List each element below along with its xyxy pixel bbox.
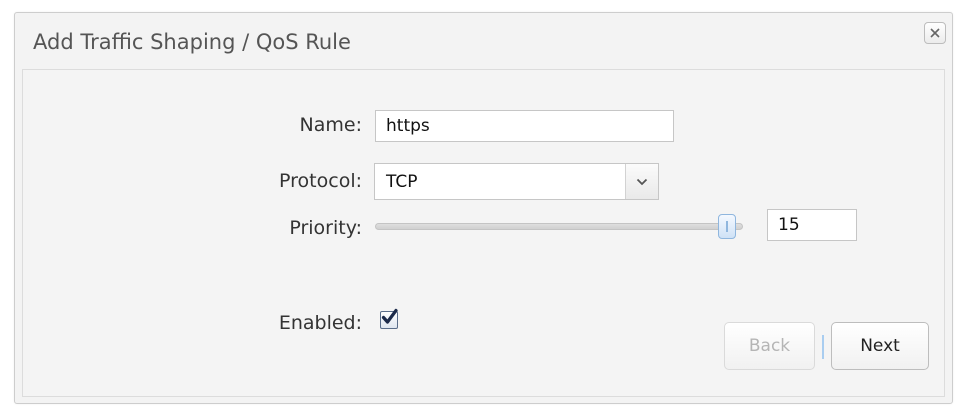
chevron-down-icon: [636, 178, 648, 185]
add-rule-dialog: Add Traffic Shaping / QoS Rule Name: Pro…: [14, 12, 953, 404]
protocol-select[interactable]: TCP: [374, 163, 659, 200]
next-button[interactable]: Next: [831, 322, 929, 370]
close-button[interactable]: [924, 22, 946, 44]
protocol-label: Protocol:: [279, 170, 362, 192]
checkmark-icon: [381, 308, 398, 324]
priority-label: Priority:: [289, 217, 362, 239]
priority-slider-track[interactable]: [375, 223, 743, 230]
back-button[interactable]: Back: [724, 322, 815, 370]
enabled-label: Enabled:: [278, 312, 362, 334]
name-input[interactable]: [375, 110, 674, 142]
form-panel: Name: Protocol: TCP Priority: Enabled: B…: [22, 69, 945, 397]
priority-value-input[interactable]: [767, 209, 857, 241]
button-divider: [822, 335, 824, 359]
priority-slider-handle[interactable]: [718, 214, 736, 239]
protocol-selected-value: TCP: [386, 172, 418, 192]
close-icon: [930, 28, 940, 38]
dialog-title: Add Traffic Shaping / QoS Rule: [33, 30, 351, 54]
name-label: Name:: [299, 114, 362, 136]
enabled-checkbox[interactable]: [380, 308, 398, 329]
protocol-dropdown-button[interactable]: [625, 164, 658, 199]
